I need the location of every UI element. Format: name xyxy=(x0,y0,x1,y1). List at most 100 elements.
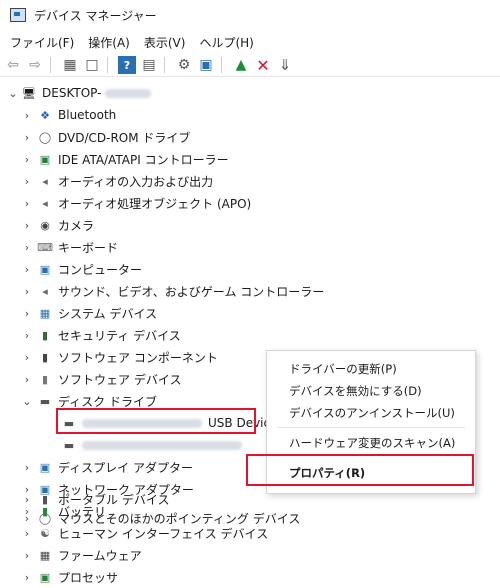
menu-item-scan-hardware[interactable]: ハードウェア変更のスキャン(A) xyxy=(289,435,455,451)
tree-item-software-component[interactable]: › ▮ ソフトウェア コンポーネント xyxy=(22,346,218,368)
tree-root-label: DESKTOP- xyxy=(42,86,102,100)
tree-item-dvd[interactable]: › ◯ DVD/CD-ROM ドライブ xyxy=(22,126,191,148)
tree-item-label: ディスプレイ アダプター xyxy=(58,460,193,475)
chevron-right-icon[interactable]: › xyxy=(22,493,32,506)
tree-item-label: ポータブル デバイス xyxy=(58,492,170,507)
tree-item-label: セキュリティ デバイス xyxy=(58,328,181,343)
dvd-icon: ◯ xyxy=(38,130,52,144)
software-device-icon: ▮ xyxy=(41,372,49,386)
tree-item-display[interactable]: › ▣ ディスプレイ アダプター xyxy=(22,456,193,478)
tree-item-label: IDE ATA/ATAPI コントローラー xyxy=(58,152,229,167)
system-icon: ▦ xyxy=(39,306,51,320)
toolbar-separator xyxy=(50,57,51,73)
tree-item-sound[interactable]: › ◂ サウンド、ビデオ、およびゲーム コントローラー xyxy=(22,280,324,302)
menu-item-uninstall-device[interactable]: デバイスのアンインストール(U) xyxy=(289,405,455,421)
chevron-right-icon[interactable]: › xyxy=(22,109,32,122)
print-icon[interactable]: □ xyxy=(83,56,101,74)
computer-icon: 🖥 xyxy=(22,86,36,100)
menu-view[interactable]: 表示(V) xyxy=(144,34,186,51)
tree-item-firmware[interactable]: › ▦ ファームウェア xyxy=(22,544,142,566)
properties-icon[interactable]: ▦ xyxy=(61,56,79,74)
security-icon: ▮ xyxy=(41,328,49,342)
audio-icon: ◂ xyxy=(42,174,48,188)
portable-icon: ▮ xyxy=(41,492,49,506)
chevron-right-icon[interactable]: › xyxy=(22,153,32,166)
back-icon[interactable]: ⇦ xyxy=(4,56,22,74)
scan-icon[interactable]: ⚙ xyxy=(175,56,193,74)
chevron-right-icon[interactable]: › xyxy=(22,512,32,525)
tree-item-disk-2[interactable]: ▬ xyxy=(62,434,242,456)
tree-item-label: ディスク ドライブ xyxy=(58,394,157,409)
tree-item-label: システム デバイス xyxy=(58,306,158,321)
chevron-right-icon[interactable]: › xyxy=(22,263,32,276)
chevron-right-icon[interactable]: › xyxy=(22,373,32,386)
tree-item-camera[interactable]: › ◉ カメラ xyxy=(22,214,94,236)
mouse-icon: ◯ xyxy=(38,511,52,525)
tree-item-processor[interactable]: › ▣ プロセッサ xyxy=(22,566,118,588)
chevron-right-icon[interactable]: › xyxy=(22,219,32,232)
chevron-right-icon[interactable]: › xyxy=(22,351,32,364)
panel-icon[interactable]: ▤ xyxy=(140,56,158,74)
tree-item-label: プロセッサ xyxy=(58,570,119,585)
chevron-right-icon[interactable]: › xyxy=(22,197,32,210)
tree-item-label: ファームウェア xyxy=(58,548,142,563)
tree-item-mouse[interactable]: › ◯ マウスとそのほかのポインティング デバイス xyxy=(22,507,301,529)
chevron-right-icon[interactable]: › xyxy=(22,549,32,562)
chevron-right-icon[interactable]: › xyxy=(22,461,32,474)
redacted-device-name xyxy=(82,440,242,450)
menu-help[interactable]: ヘルプ(H) xyxy=(199,34,253,51)
help-icon[interactable]: ? xyxy=(118,56,136,74)
chevron-right-icon[interactable]: › xyxy=(22,285,32,298)
toolbar-separator xyxy=(221,57,222,73)
processor-icon: ▣ xyxy=(39,570,51,584)
download-icon[interactable]: ⇓ xyxy=(276,56,294,74)
tree-item-label: DVD/CD-ROM ドライブ xyxy=(58,130,191,145)
computer-icon: ▣ xyxy=(39,262,51,276)
delete-icon[interactable]: ✕ xyxy=(254,56,272,75)
monitor-icon[interactable]: ▣ xyxy=(197,56,215,74)
menu-file[interactable]: ファイル(F) xyxy=(10,34,74,51)
window-title: デバイス マネージャー xyxy=(34,8,157,23)
apo-icon: ◂ xyxy=(42,196,48,210)
title-bar: デバイス マネージャー xyxy=(0,0,500,30)
chevron-right-icon[interactable]: › xyxy=(22,175,32,188)
tree-item-system[interactable]: › ▦ システム デバイス xyxy=(22,302,157,324)
menu-item-disable-device[interactable]: デバイスを無効にする(D) xyxy=(289,383,422,399)
tree-item-bluetooth[interactable]: › ❖ Bluetooth xyxy=(22,104,116,126)
menu-separator xyxy=(277,427,465,428)
software-component-icon: ▮ xyxy=(41,350,49,364)
chevron-right-icon[interactable]: › xyxy=(22,307,32,320)
camera-icon: ◉ xyxy=(40,218,50,232)
properties-highlight xyxy=(246,454,474,486)
tree-item-apo[interactable]: › ◂ オーディオ処理オブジェクト (APO) xyxy=(22,192,251,214)
chevron-right-icon[interactable]: › xyxy=(22,571,32,584)
ide-icon: ▣ xyxy=(39,152,51,166)
chevron-right-icon[interactable]: › xyxy=(22,131,32,144)
chevron-right-icon[interactable]: › xyxy=(22,329,32,342)
device-manager-icon xyxy=(10,8,26,22)
chevron-down-icon[interactable]: ⌄ xyxy=(22,395,32,408)
tree-item-software-device[interactable]: › ▮ ソフトウェア デバイス xyxy=(22,368,182,390)
tree-item-audio[interactable]: › ◂ オーディオの入力および出力 xyxy=(22,170,213,192)
keyboard-icon: ⌨ xyxy=(37,240,53,254)
chevron-down-icon[interactable]: ⌄ xyxy=(8,87,18,100)
tree-item-computer[interactable]: › ▣ コンピューター xyxy=(22,258,142,280)
forward-icon[interactable]: ⇨ xyxy=(26,56,44,74)
add-driver-icon[interactable]: ▲ xyxy=(232,56,250,74)
tree-item-label: キーボード xyxy=(58,240,119,255)
tree-item-security[interactable]: › ▮ セキュリティ デバイス xyxy=(22,324,181,346)
toolbar: ⇦ ⇨ ▦ □ ? ▤ ⚙ ▣ ▲ ✕ ⇓ xyxy=(0,54,500,77)
tree-item-ide[interactable]: › ▣ IDE ATA/ATAPI コントローラー xyxy=(22,148,229,170)
usb-device-highlight xyxy=(56,408,256,434)
menu-bar: ファイル(F) 操作(A) 表示(V) ヘルプ(H) xyxy=(0,32,258,52)
tree-item-keyboard[interactable]: › ⌨ キーボード xyxy=(22,236,118,258)
menu-action[interactable]: 操作(A) xyxy=(88,34,130,51)
tree-root[interactable]: ⌄ 🖥 DESKTOP- xyxy=(8,82,152,104)
toolbar-separator xyxy=(164,57,165,73)
redacted-hostname xyxy=(105,88,152,98)
firmware-icon: ▦ xyxy=(39,548,51,562)
chevron-right-icon[interactable]: › xyxy=(22,241,32,254)
menu-item-update-driver[interactable]: ドライバーの更新(P) xyxy=(289,361,397,377)
toolbar-separator xyxy=(107,57,108,73)
tree-item-label: ソフトウェア コンポーネント xyxy=(58,350,218,365)
